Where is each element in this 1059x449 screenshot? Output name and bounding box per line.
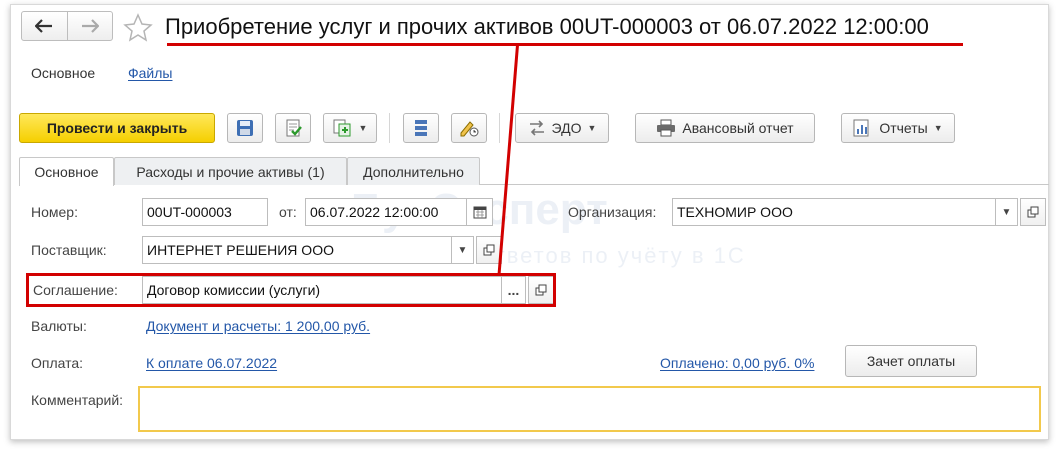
edo-button[interactable]: ЭДО ▼ <box>515 113 609 143</box>
toolbar-separator <box>499 113 500 143</box>
chevron-down-icon: ▼ <box>933 123 943 133</box>
organization-field[interactable]: ТЕХНОМИР ООО <box>672 198 996 226</box>
number-label: Номер: <box>31 204 78 220</box>
post-document-button[interactable] <box>275 113 311 143</box>
tab-main[interactable]: Основное <box>19 157 114 186</box>
forward-button[interactable] <box>66 12 113 40</box>
arrow-right-icon <box>81 19 99 33</box>
payment-due-link[interactable]: К оплате 06.07.2022 <box>146 355 277 371</box>
chevron-down-icon: ▼ <box>1001 206 1012 218</box>
date-label: от: <box>279 204 297 220</box>
agreement-highlight-frame <box>26 273 556 307</box>
open-window-icon <box>483 244 495 256</box>
chevron-down-icon: ▼ <box>358 123 368 133</box>
section-files-link[interactable]: Файлы <box>128 65 172 81</box>
tab-additional[interactable]: Дополнительно <box>347 157 480 185</box>
pencil-clock-icon <box>460 121 479 137</box>
organization-dropdown-button[interactable]: ▼ <box>996 198 1018 226</box>
floppy-disk-icon <box>237 120 253 136</box>
favorite-star-button[interactable] <box>123 13 153 43</box>
save-button[interactable] <box>227 113 263 143</box>
star-icon <box>123 13 153 42</box>
reports-label: Отчеты <box>879 120 928 136</box>
section-main[interactable]: Основное <box>31 65 95 81</box>
supplier-field[interactable]: ИНТЕРНЕТ РЕШЕНИЯ ООО <box>142 236 452 264</box>
printer-icon <box>657 119 676 137</box>
advance-report-label: Авансовый отчет <box>682 120 794 136</box>
edo-label: ЭДО <box>551 120 582 136</box>
currency-settlements-link[interactable]: Документ и расчеты: 1 200,00 руб. <box>146 318 370 334</box>
nav-group <box>21 11 113 41</box>
document-movements-button[interactable] <box>403 113 439 143</box>
reports-chart-icon <box>853 119 869 137</box>
chevron-down-icon: ▼ <box>457 244 468 256</box>
toolbar-separator <box>389 113 390 143</box>
edit-history-button[interactable] <box>451 113 487 143</box>
organization-open-button[interactable] <box>1020 198 1046 226</box>
currency-label: Валюты: <box>31 318 87 334</box>
document-post-icon <box>286 119 302 137</box>
calendar-icon <box>473 206 486 219</box>
document-window: Приобретение услуг и прочих активов 00UT… <box>10 4 1049 440</box>
payment-label: Оплата: <box>31 355 84 371</box>
title-highlight-underline <box>167 43 963 46</box>
advance-report-button[interactable]: Авансовый отчет <box>635 113 815 143</box>
open-window-icon <box>1027 206 1039 218</box>
list-stack-icon <box>415 120 427 136</box>
comment-label: Комментарий: <box>31 392 124 408</box>
number-field[interactable]: 00UT-000003 <box>142 198 268 226</box>
reports-button[interactable]: Отчеты ▼ <box>841 113 955 143</box>
calendar-button[interactable] <box>467 198 493 226</box>
chevron-down-icon: ▼ <box>587 123 597 133</box>
edo-exchange-icon <box>529 120 544 136</box>
payment-offset-button[interactable]: Зачет оплаты <box>845 345 977 377</box>
date-field[interactable]: 06.07.2022 12:00:00 <box>305 198 467 226</box>
supplier-label: Поставщик: <box>31 242 107 258</box>
create-based-on-button[interactable]: ▼ <box>323 113 377 143</box>
arrow-left-icon <box>35 19 53 33</box>
callout-connector-line <box>497 45 519 275</box>
back-button[interactable] <box>22 12 67 40</box>
tab-expenses-and-assets[interactable]: Расходы и прочие активы (1) <box>114 157 347 185</box>
comment-textarea[interactable] <box>138 386 1041 432</box>
post-and-close-button[interactable]: Провести и закрыть <box>19 113 215 143</box>
organization-label: Организация: <box>568 204 657 220</box>
create-based-on-icon <box>333 119 351 137</box>
supplier-dropdown-button[interactable]: ▼ <box>452 236 474 264</box>
paid-amount-link[interactable]: Оплачено: 0,00 руб. 0% <box>660 355 814 371</box>
document-title: Приобретение услуг и прочих активов 00UT… <box>165 14 929 39</box>
